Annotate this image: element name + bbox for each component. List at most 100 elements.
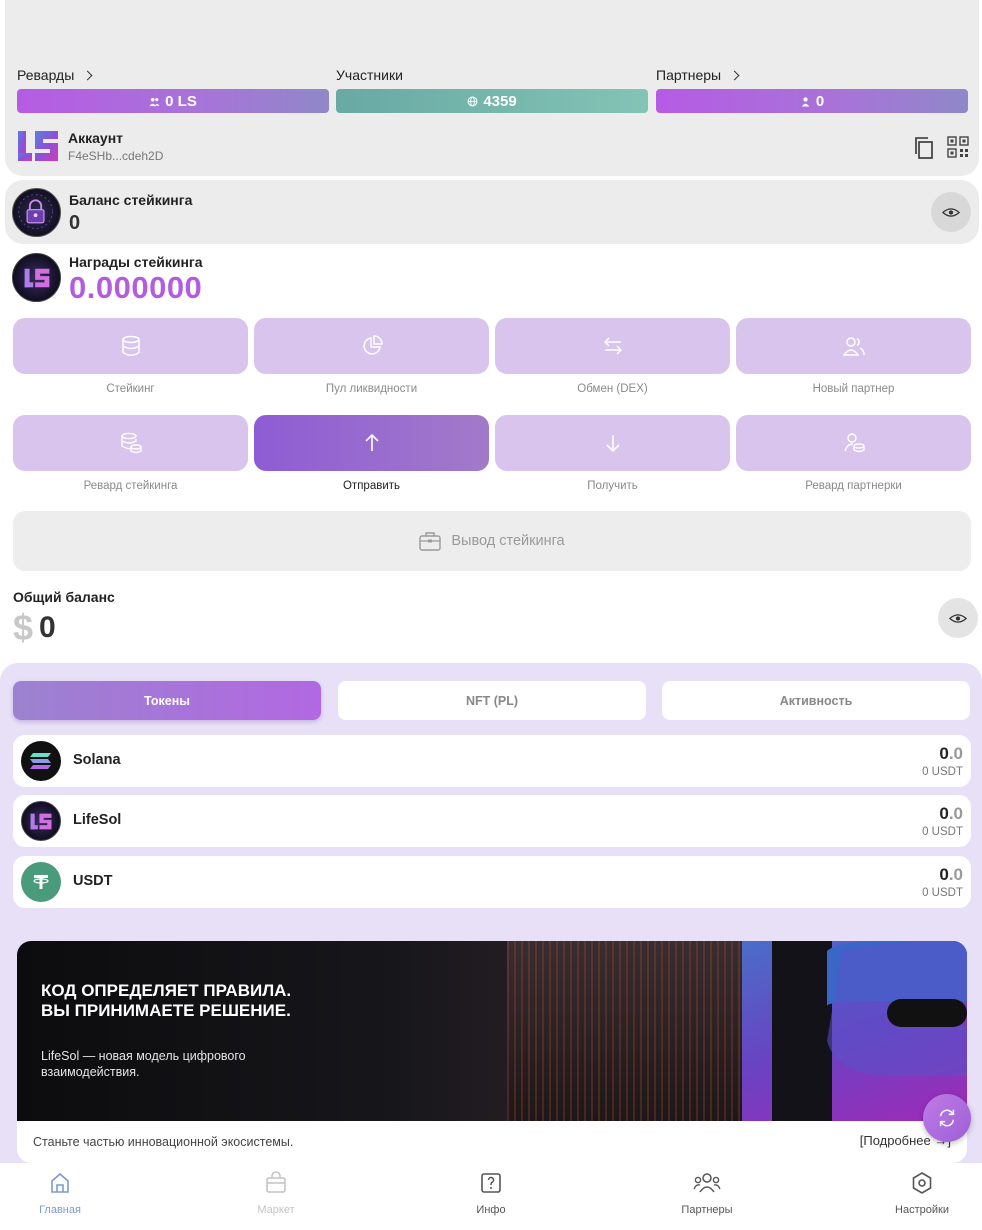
token-name: USDT bbox=[73, 873, 113, 889]
total-balance-row: $ 0 bbox=[13, 607, 56, 648]
refresh-icon bbox=[939, 1109, 955, 1127]
nav-market-label: Маркет bbox=[257, 1204, 295, 1216]
nav-info[interactable]: Инфо bbox=[431, 1171, 551, 1216]
withdraw-staking-label: Вывод стейкинга bbox=[451, 533, 565, 549]
lifesol-token-icon bbox=[21, 801, 61, 841]
arrow-up-icon bbox=[364, 433, 379, 451]
receive-label: Получить bbox=[587, 480, 638, 492]
participants-pill: 4359 bbox=[336, 89, 648, 113]
token-amount-int: 0 bbox=[939, 744, 949, 763]
nav-info-label: Инфо bbox=[476, 1204, 506, 1216]
token-row-usdt[interactable]: USDT 0.0 0 USDT bbox=[13, 856, 971, 908]
pie-chart-icon bbox=[362, 335, 383, 355]
liquidity-pool-label: Пул ликвидности bbox=[325, 383, 418, 395]
token-amount-frac: .0 bbox=[948, 804, 963, 823]
currency-symbol: $ bbox=[13, 607, 34, 648]
users-icon bbox=[842, 337, 865, 356]
nav-settings[interactable]: Настройки bbox=[862, 1171, 982, 1216]
toggle-staking-visibility-button[interactable] bbox=[931, 192, 971, 232]
qr-code-icon[interactable] bbox=[947, 136, 969, 158]
chevron-right-icon bbox=[82, 70, 93, 80]
partners-value: 0 bbox=[815, 92, 825, 110]
nav-home[interactable]: Главная bbox=[0, 1171, 120, 1216]
info-icon bbox=[481, 1173, 501, 1193]
total-balance-value: 0 bbox=[39, 611, 56, 644]
refresh-button[interactable] bbox=[923, 1094, 971, 1142]
partners-pill: 0 bbox=[656, 89, 968, 113]
tab-tokens[interactable]: Токены bbox=[13, 681, 321, 720]
exchange-dex-label: Обмен (DEX) bbox=[577, 383, 648, 395]
banner-brand-graphic bbox=[742, 941, 967, 1121]
arrow-down-icon bbox=[605, 435, 620, 453]
lifesol-logo bbox=[772, 941, 967, 1121]
account-address: F4eSHb...cdeh2D bbox=[68, 149, 164, 163]
token-name: LifeSol bbox=[73, 812, 122, 828]
solana-icon bbox=[21, 741, 61, 781]
staking-rewards-row: Награды стейкинга 0.000000 bbox=[12, 252, 970, 308]
partners-stat[interactable]: Партнеры 0 bbox=[656, 66, 968, 113]
participants-value: 4359 bbox=[483, 92, 517, 110]
nav-home-label: Главная bbox=[39, 1204, 81, 1216]
staking-lock-avatar bbox=[12, 188, 61, 237]
staking-reward-label: Ревард стейкинга bbox=[83, 480, 178, 492]
staking-button[interactable] bbox=[13, 318, 248, 374]
rewards-stat[interactable]: Реварды 0 LS bbox=[17, 66, 329, 113]
nav-partners[interactable]: Партнеры bbox=[647, 1171, 767, 1216]
promo-banner[interactable]: КОД ОПРЕДЕЛЯЕТ ПРАВИЛА. ВЫ ПРИНИМАЕТЕ РЕ… bbox=[17, 941, 967, 1163]
eye-icon bbox=[949, 613, 967, 623]
banner-city-image bbox=[507, 941, 747, 1121]
user-icon bbox=[801, 96, 809, 107]
briefcase-icon bbox=[419, 532, 442, 551]
participants-label: Участники bbox=[336, 67, 403, 83]
user-coins-icon bbox=[843, 433, 865, 453]
staking-balance-label: Баланс стейкинга bbox=[69, 192, 193, 208]
nav-market[interactable]: Маркет bbox=[216, 1171, 336, 1216]
token-amount-frac: .0 bbox=[948, 744, 963, 763]
staking-rewards-value: 0.000000 bbox=[69, 270, 203, 305]
liquidity-pool-button[interactable] bbox=[254, 318, 489, 374]
token-usd-value: 0 USDT bbox=[922, 826, 963, 838]
lifesol-avatar bbox=[12, 253, 61, 302]
token-amount: 0.0 bbox=[939, 865, 963, 885]
token-amount-frac: .0 bbox=[948, 865, 963, 884]
copy-icon[interactable] bbox=[914, 137, 934, 159]
wallet-home-screen: Реварды 0 LS Участники 4359 Партнеры 0 А… bbox=[0, 0, 982, 1230]
partner-reward-button[interactable] bbox=[736, 415, 971, 471]
lifesol-logo bbox=[18, 131, 58, 161]
tab-nft[interactable]: NFT (PL) bbox=[338, 681, 646, 720]
wallet-header-card: Реварды 0 LS Участники 4359 Партнеры 0 А… bbox=[5, 0, 979, 176]
withdraw-staking-button[interactable]: Вывод стейкинга bbox=[13, 511, 971, 571]
account-row: Аккаунт F4eSHb...cdeh2D bbox=[17, 130, 977, 164]
tether-icon bbox=[21, 862, 61, 902]
new-partner-button[interactable] bbox=[736, 318, 971, 374]
staking-rewards-label: Награды стейкинга bbox=[69, 254, 203, 270]
staking-balance-value: 0 bbox=[69, 212, 81, 234]
token-amount-int: 0 bbox=[939, 804, 949, 823]
chevron-right-icon bbox=[729, 70, 740, 80]
settings-icon bbox=[912, 1172, 932, 1194]
tab-activity[interactable]: Активность bbox=[662, 681, 970, 720]
lock-icon bbox=[18, 194, 53, 229]
participants-stat: Участники 4359 bbox=[336, 66, 648, 113]
token-row-solana[interactable]: Solana 0.0 0 USDT bbox=[13, 735, 971, 787]
globe-icon bbox=[467, 96, 478, 106]
exchange-dex-button[interactable] bbox=[495, 318, 730, 374]
users-icon bbox=[149, 97, 160, 106]
token-name: Solana bbox=[73, 752, 121, 768]
coins-icon bbox=[120, 432, 142, 454]
send-button[interactable] bbox=[254, 415, 489, 471]
token-row-lifesol[interactable]: LifeSol 0.0 0 USDT bbox=[13, 795, 971, 847]
token-amount: 0.0 bbox=[939, 804, 963, 824]
shopping-bag-icon bbox=[266, 1171, 286, 1193]
token-usd-value: 0 USDT bbox=[922, 766, 963, 778]
toggle-total-visibility-button[interactable] bbox=[938, 598, 978, 638]
receive-button[interactable] bbox=[495, 415, 730, 471]
partners-label: Партнеры bbox=[656, 67, 722, 83]
swap-arrows-icon bbox=[603, 337, 622, 355]
rewards-label: Реварды bbox=[17, 67, 75, 83]
banner-headline: КОД ОПРЕДЕЛЯЕТ ПРАВИЛА. ВЫ ПРИНИМАЕТЕ РЕ… bbox=[41, 981, 292, 1020]
staking-reward-button[interactable] bbox=[13, 415, 248, 471]
banner-subtitle: LifeSol — новая модель цифрового взаимод… bbox=[41, 1049, 246, 1079]
send-label: Отправить bbox=[342, 480, 401, 492]
rewards-value: 0 LS bbox=[165, 92, 197, 110]
